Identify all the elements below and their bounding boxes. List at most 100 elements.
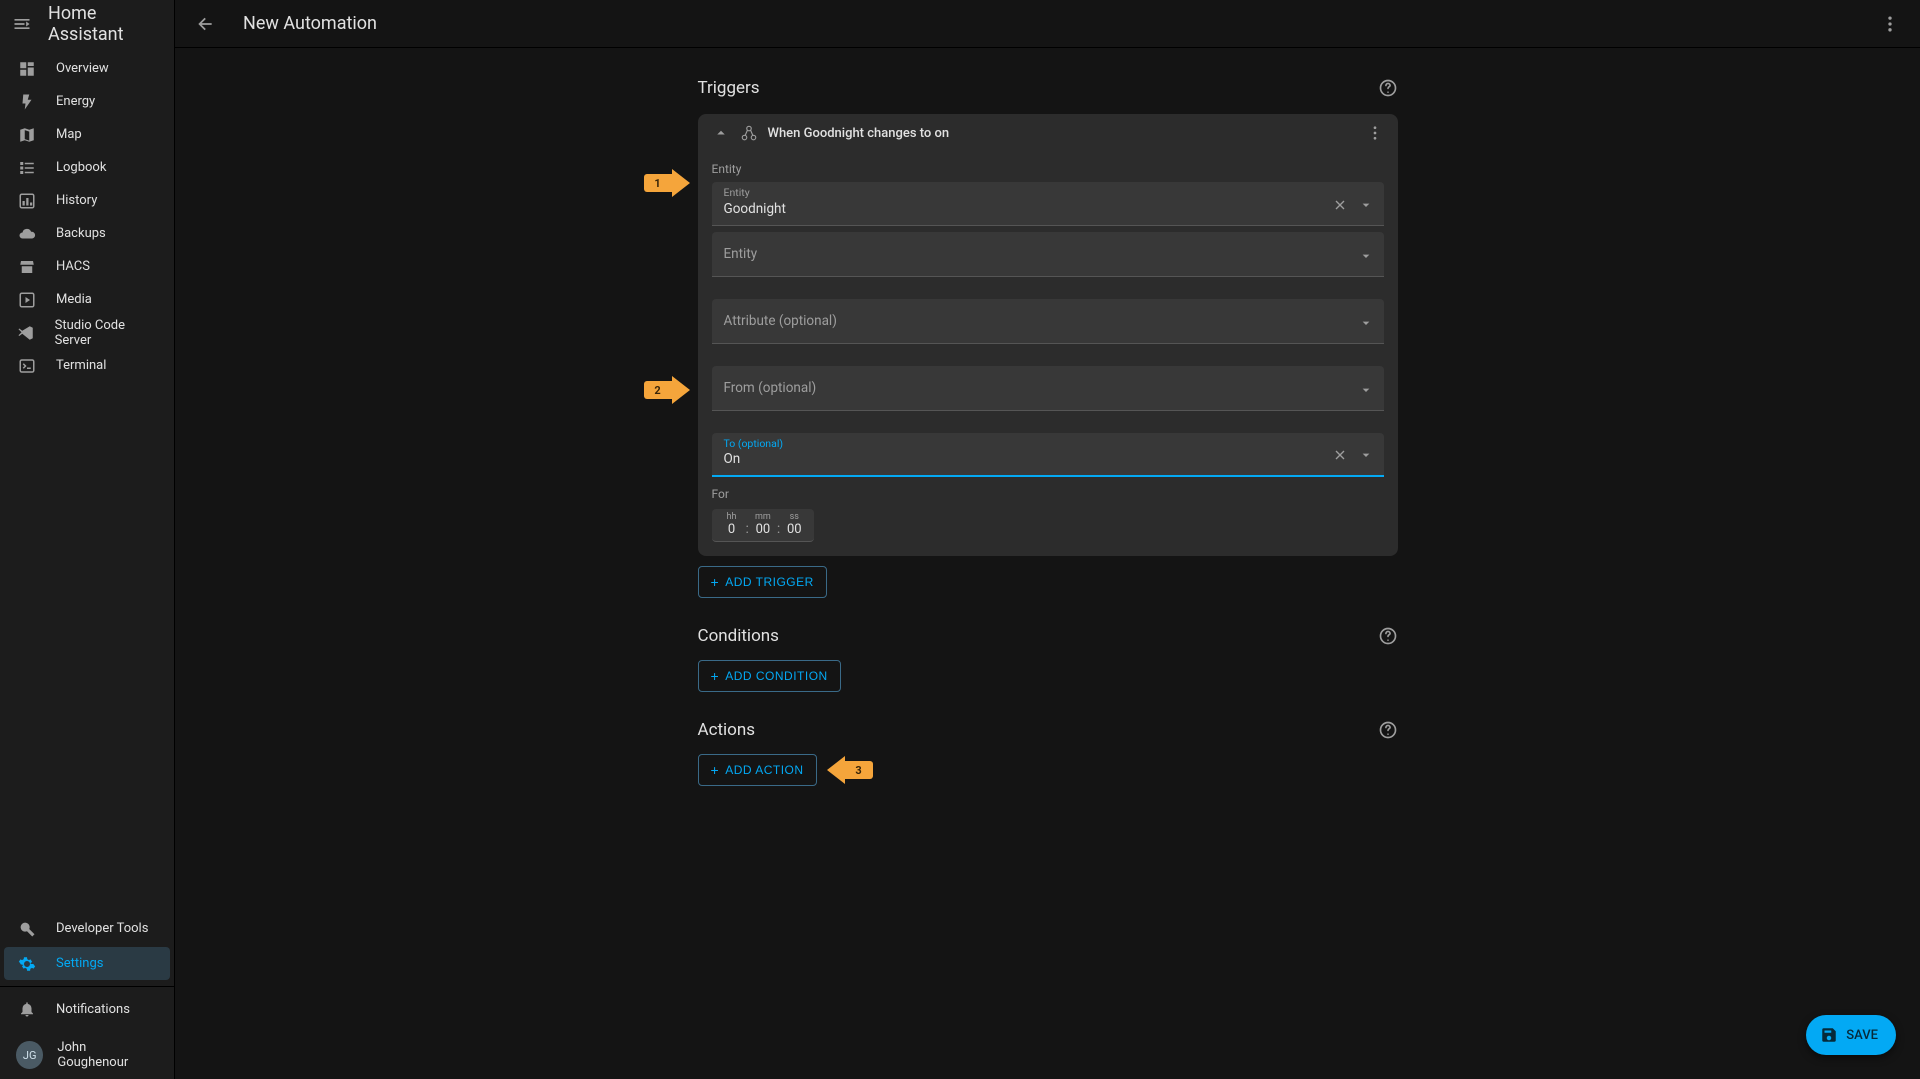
to-input[interactable]: To (optional) [712, 433, 1384, 477]
dashboard-icon [16, 60, 38, 78]
help-icon[interactable] [1378, 626, 1398, 646]
dropdown-icon[interactable] [1354, 443, 1378, 467]
for-mm-label: mm [755, 512, 771, 522]
plus-icon: + [711, 668, 720, 684]
entity-input[interactable]: Entity [712, 182, 1384, 226]
state-machine-icon [740, 124, 758, 142]
trigger-summary: When Goodnight changes to on [768, 126, 950, 141]
sidebar-item-energy[interactable]: Energy [4, 85, 170, 118]
cloud-icon [16, 225, 38, 243]
toolbar: New Automation [175, 0, 1920, 48]
add-condition-button[interactable]: + ADD CONDITION [698, 660, 841, 692]
add-trigger-label: ADD TRIGGER [725, 575, 814, 589]
sidebar-header: Home Assistant [0, 0, 174, 48]
sidebar-nav: Overview Energy Map Logbook History Back… [0, 48, 174, 482]
to-field[interactable] [724, 437, 1328, 471]
annotation-label: 3 [845, 761, 873, 779]
dropdown-icon[interactable] [1354, 378, 1378, 402]
sidebar-item-label: Developer Tools [56, 921, 148, 936]
add-condition-label: ADD CONDITION [725, 669, 828, 683]
plus-icon: + [711, 762, 720, 778]
add-trigger-button[interactable]: + ADD TRIGGER [698, 566, 827, 598]
clear-icon[interactable] [1328, 193, 1352, 217]
sidebar-item-label: Terminal [56, 358, 106, 373]
annotation-arrow-3: 3 [827, 756, 873, 784]
for-label: For [712, 487, 1384, 501]
conditions-title: Conditions [698, 626, 1378, 646]
trigger-card: When Goodnight changes to on Entity Enti… [698, 114, 1398, 556]
for-hh-value[interactable]: 0 [728, 522, 735, 537]
store-icon [16, 258, 38, 276]
for-ss-value[interactable]: 00 [787, 522, 802, 537]
triggers-title: Triggers [698, 78, 1378, 98]
entity-section-label: Entity [712, 162, 1384, 176]
annotation-arrow-1: 1 [644, 169, 690, 197]
triggers-header: Triggers [698, 68, 1398, 108]
content: 1 2 Triggers When Goodni [175, 48, 1920, 1079]
sidebar-item-settings[interactable]: Settings [4, 947, 170, 980]
dropdown-icon[interactable] [1354, 244, 1378, 268]
help-icon[interactable] [1378, 78, 1398, 98]
sidebar-item-overview[interactable]: Overview [4, 52, 170, 85]
for-ss-label: ss [790, 512, 799, 522]
actions-header: Actions [698, 710, 1398, 750]
sidebar: Home Assistant Overview Energy Map Logbo… [0, 0, 175, 1079]
help-icon[interactable] [1378, 720, 1398, 740]
play-box-icon [16, 291, 38, 309]
flash-icon [16, 93, 38, 111]
trigger-card-header[interactable]: When Goodnight changes to on [698, 114, 1398, 152]
menu-collapse-icon[interactable] [12, 14, 32, 34]
from-input[interactable]: From (optional) [712, 366, 1384, 411]
sidebar-item-notifications[interactable]: Notifications [4, 987, 170, 1031]
add-action-button[interactable]: + ADD ACTION [698, 754, 817, 786]
back-button[interactable] [187, 6, 223, 42]
for-hh-label: hh [727, 512, 737, 522]
entity2-input[interactable]: Entity [712, 232, 1384, 277]
sidebar-item-media[interactable]: Media [4, 283, 170, 316]
sidebar-item-label: Energy [56, 94, 95, 109]
attribute-input[interactable]: Attribute (optional) [712, 299, 1384, 344]
to-field-label: To (optional) [724, 437, 784, 450]
sidebar-item-label: History [56, 193, 97, 208]
sidebar-item-label: Settings [56, 956, 103, 971]
sidebar-item-backups[interactable]: Backups [4, 217, 170, 250]
annotation-label: 1 [644, 174, 672, 192]
list-icon [16, 159, 38, 177]
entity2-placeholder: Entity [724, 236, 1354, 272]
dropdown-icon[interactable] [1354, 311, 1378, 335]
sidebar-item-label: Map [56, 127, 82, 142]
entity-field-label: Entity [724, 186, 750, 199]
sidebar-item-history[interactable]: History [4, 184, 170, 217]
save-button[interactable]: SAVE [1806, 1015, 1896, 1055]
annotation-arrow-2: 2 [644, 376, 690, 404]
sidebar-item-label: Media [56, 292, 92, 307]
for-duration-input[interactable]: hh 0 : mm 00 : ss 00 [712, 509, 815, 542]
sidebar-item-devtools[interactable]: Developer Tools [4, 912, 170, 945]
dropdown-icon[interactable] [1354, 193, 1378, 217]
user-name-label: John Goughenour [57, 1040, 158, 1070]
trigger-overflow-button[interactable] [1366, 124, 1384, 142]
sidebar-item-label: Logbook [56, 160, 106, 175]
sidebar-item-label: Notifications [56, 1002, 130, 1017]
sidebar-item-label: Backups [56, 226, 106, 241]
map-icon [16, 126, 38, 144]
for-mm-value[interactable]: 00 [756, 522, 771, 537]
sidebar-item-terminal[interactable]: Terminal [4, 349, 170, 382]
terminal-icon [16, 357, 38, 375]
sidebar-item-studio-code[interactable]: Studio Code Server [4, 316, 170, 349]
sidebar-item-label: Studio Code Server [55, 318, 158, 348]
chevron-up-icon[interactable] [712, 124, 730, 142]
entity-field[interactable] [724, 187, 1328, 221]
vscode-icon [16, 324, 37, 342]
from-placeholder: From (optional) [724, 370, 1354, 406]
sidebar-item-user[interactable]: JG John Goughenour [4, 1031, 170, 1079]
sidebar-item-hacs[interactable]: HACS [4, 250, 170, 283]
sidebar-item-map[interactable]: Map [4, 118, 170, 151]
sidebar-item-logbook[interactable]: Logbook [4, 151, 170, 184]
annotation-label: 2 [644, 381, 672, 399]
clear-icon[interactable] [1328, 443, 1352, 467]
conditions-header: Conditions [698, 616, 1398, 656]
overflow-menu-button[interactable] [1872, 6, 1908, 42]
wrench-icon [16, 920, 38, 938]
main: New Automation 1 2 Trigger [175, 0, 1920, 1079]
